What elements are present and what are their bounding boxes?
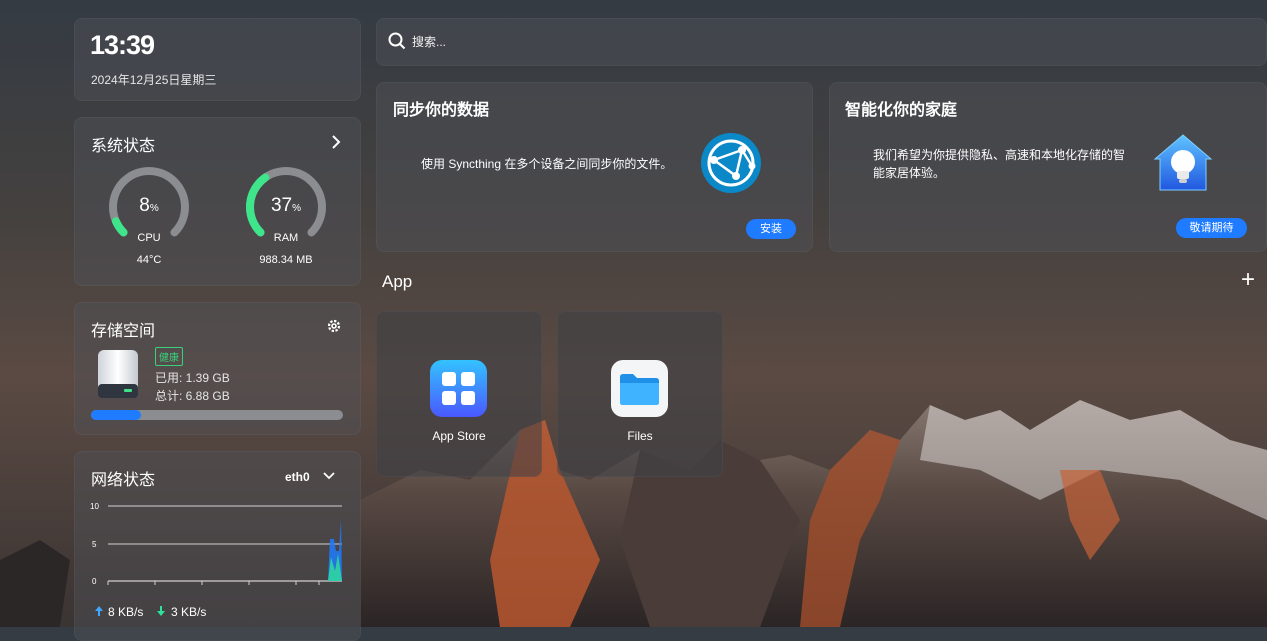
home-lightbulb-icon xyxy=(1153,134,1213,191)
network-card: 网络状态 eth0 10 5 0 8 KB/s 3 KB/s xyxy=(74,451,361,641)
ram-label: RAM xyxy=(273,232,299,244)
interface-select[interactable]: eth0 xyxy=(285,470,310,484)
sync-promo-card: 同步你的数据 使用 Syncthing 在多个设备之间同步你的文件。 安装 xyxy=(376,82,813,252)
gear-icon[interactable] xyxy=(326,318,342,334)
app-store-icon xyxy=(430,360,487,417)
storage-progress-track xyxy=(91,410,343,420)
coming-soon-button[interactable]: 敬请期待 xyxy=(1176,218,1247,238)
files-label: Files xyxy=(627,429,653,443)
cpu-value: 8% xyxy=(139,195,159,216)
system-status-card: 系统状态 8% CPU 44°C 37% RAM 988.34 MB xyxy=(74,117,361,286)
clock-date: 2024年12月25日星期三 xyxy=(91,73,217,87)
app-section-title: App xyxy=(382,272,413,291)
ram-used: 988.34 MB xyxy=(259,254,313,266)
storage-total: 总计: 6.88 GB xyxy=(155,389,230,403)
storage-health-badge: 健康 xyxy=(155,347,183,366)
smart-home-promo-desc-2: 能家居体验。 xyxy=(873,166,946,180)
storage-title: 存储空间 xyxy=(91,323,156,340)
app-tile-files[interactable]: Files xyxy=(557,311,723,477)
ram-value: 37% xyxy=(270,195,302,216)
search-bar[interactable] xyxy=(376,18,1267,66)
clock-time: 13:39 xyxy=(90,30,155,60)
upload-speed: 8 KB/s xyxy=(108,605,144,619)
y-tick-10: 10 xyxy=(90,502,99,511)
syncthing-icon xyxy=(701,133,761,193)
search-input[interactable] xyxy=(410,31,1234,53)
storage-progress-fill xyxy=(91,410,142,420)
y-tick-0: 0 xyxy=(92,577,97,586)
disk-icon xyxy=(98,350,138,398)
smart-home-promo-desc-1: 我们希望为你提供隐私、高速和本地化存储的智 xyxy=(873,148,1126,162)
download-arrow-icon xyxy=(157,606,165,616)
chevron-right-icon[interactable] xyxy=(329,134,343,150)
add-app-button[interactable]: + xyxy=(1241,266,1255,294)
install-button[interactable]: 安装 xyxy=(746,219,796,239)
sync-promo-desc: 使用 Syncthing 在多个设备之间同步你的文件。 xyxy=(421,157,673,171)
smart-home-promo-title: 智能化你的家庭 xyxy=(845,102,958,119)
app-tile-app-store[interactable]: App Store xyxy=(376,311,542,477)
folder-icon xyxy=(611,360,668,417)
storage-card: 存储空间 健康 已用: 1.39 GB 总计: 6.88 GB xyxy=(74,302,361,435)
cpu-gauge-value-arc xyxy=(111,217,128,237)
storage-used: 已用: 1.39 GB xyxy=(155,371,230,385)
clock-card: 13:39 2024年12月25日星期三 xyxy=(74,18,361,101)
cpu-temp: 44°C xyxy=(136,254,162,266)
sync-promo-title: 同步你的数据 xyxy=(393,102,490,119)
smart-home-promo-card: 智能化你的家庭 我们希望为你提供隐私、高速和本地化存储的智 能家居体验。 敬请期… xyxy=(829,82,1267,252)
y-tick-5: 5 xyxy=(92,540,97,549)
search-icon xyxy=(388,32,406,50)
network-chart: 10 5 0 xyxy=(90,502,342,586)
upload-arrow-icon xyxy=(95,606,103,616)
network-title: 网络状态 xyxy=(91,472,156,489)
chevron-down-icon[interactable] xyxy=(322,470,336,482)
download-speed: 3 KB/s xyxy=(171,605,207,619)
system-status-title: 系统状态 xyxy=(91,138,156,155)
cpu-label: CPU xyxy=(137,232,161,244)
app-store-label: App Store xyxy=(432,429,486,443)
